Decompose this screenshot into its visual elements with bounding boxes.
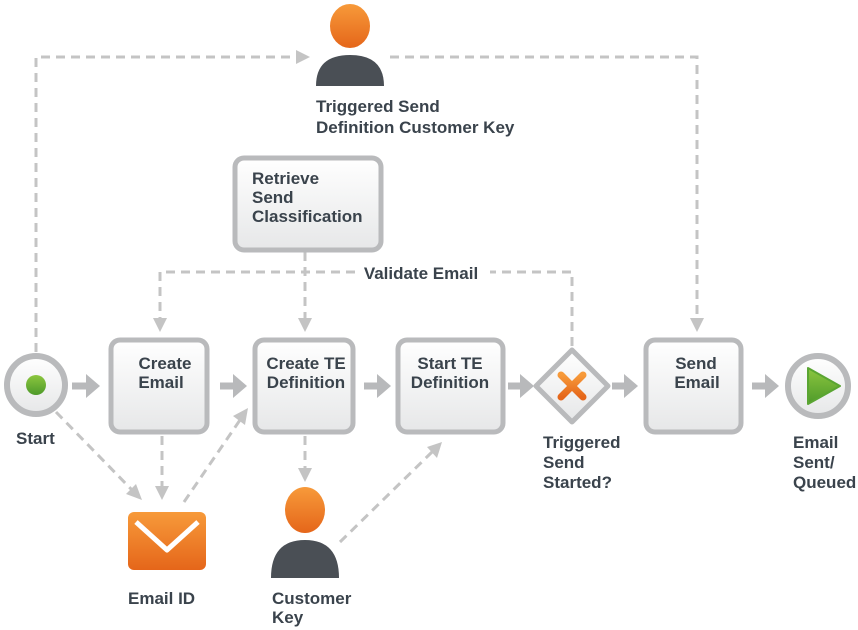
svg-text:Send: Send (252, 188, 294, 207)
svg-text:Classification: Classification (252, 207, 363, 226)
svg-text:Email: Email (138, 373, 183, 392)
envelope-icon (128, 512, 206, 570)
svg-text:Retrieve: Retrieve (252, 169, 319, 188)
task-create-te-definition[interactable]: Create TE Definition (252, 337, 356, 435)
connector-customer-key-to-start-te (338, 450, 434, 544)
gateway-triggered-send-started[interactable] (533, 347, 611, 425)
start-event[interactable] (4, 353, 68, 417)
svg-text:Triggered: Triggered (543, 433, 620, 452)
svg-text:Queued: Queued (793, 473, 856, 492)
process-diagram: Validate Email Start Create Email Create… (4, 4, 856, 627)
task-start-te-definition[interactable]: Start TE Definition (395, 337, 506, 435)
svg-text:Definition: Definition (267, 373, 345, 392)
task-retrieve-send-classification[interactable]: Retrieve Send Classification (232, 155, 384, 253)
task-send-email[interactable]: Send Email (643, 337, 744, 435)
svg-text:Key: Key (272, 608, 304, 627)
start-label: Start (16, 429, 55, 448)
svg-text:Sent/: Sent/ (793, 453, 835, 472)
end-event[interactable] (785, 353, 851, 419)
svg-text:Send: Send (543, 453, 585, 472)
task-create-email[interactable]: Create Email (108, 337, 210, 435)
svg-text:Email ID: Email ID (128, 589, 195, 608)
svg-text:Send: Send (675, 354, 717, 373)
svg-text:Email: Email (793, 433, 838, 452)
start-dot-icon (26, 375, 46, 395)
person-icon (316, 4, 384, 86)
edge-label-validate-email: Validate Email (364, 264, 478, 283)
person-icon (271, 487, 339, 578)
svg-text:Create TE: Create TE (266, 354, 345, 373)
svg-text:Email: Email (674, 373, 719, 392)
svg-text:Definition: Definition (411, 373, 489, 392)
svg-text:Start TE: Start TE (417, 354, 482, 373)
svg-text:Triggered Send: Triggered Send (316, 97, 440, 116)
svg-text:Started?: Started? (543, 473, 612, 492)
svg-text:Create: Create (139, 354, 192, 373)
svg-text:Customer: Customer (272, 589, 352, 608)
svg-text:Definition Customer Key: Definition Customer Key (316, 118, 515, 137)
connector-validate-right (490, 270, 574, 346)
connector-validate-left (158, 270, 355, 320)
